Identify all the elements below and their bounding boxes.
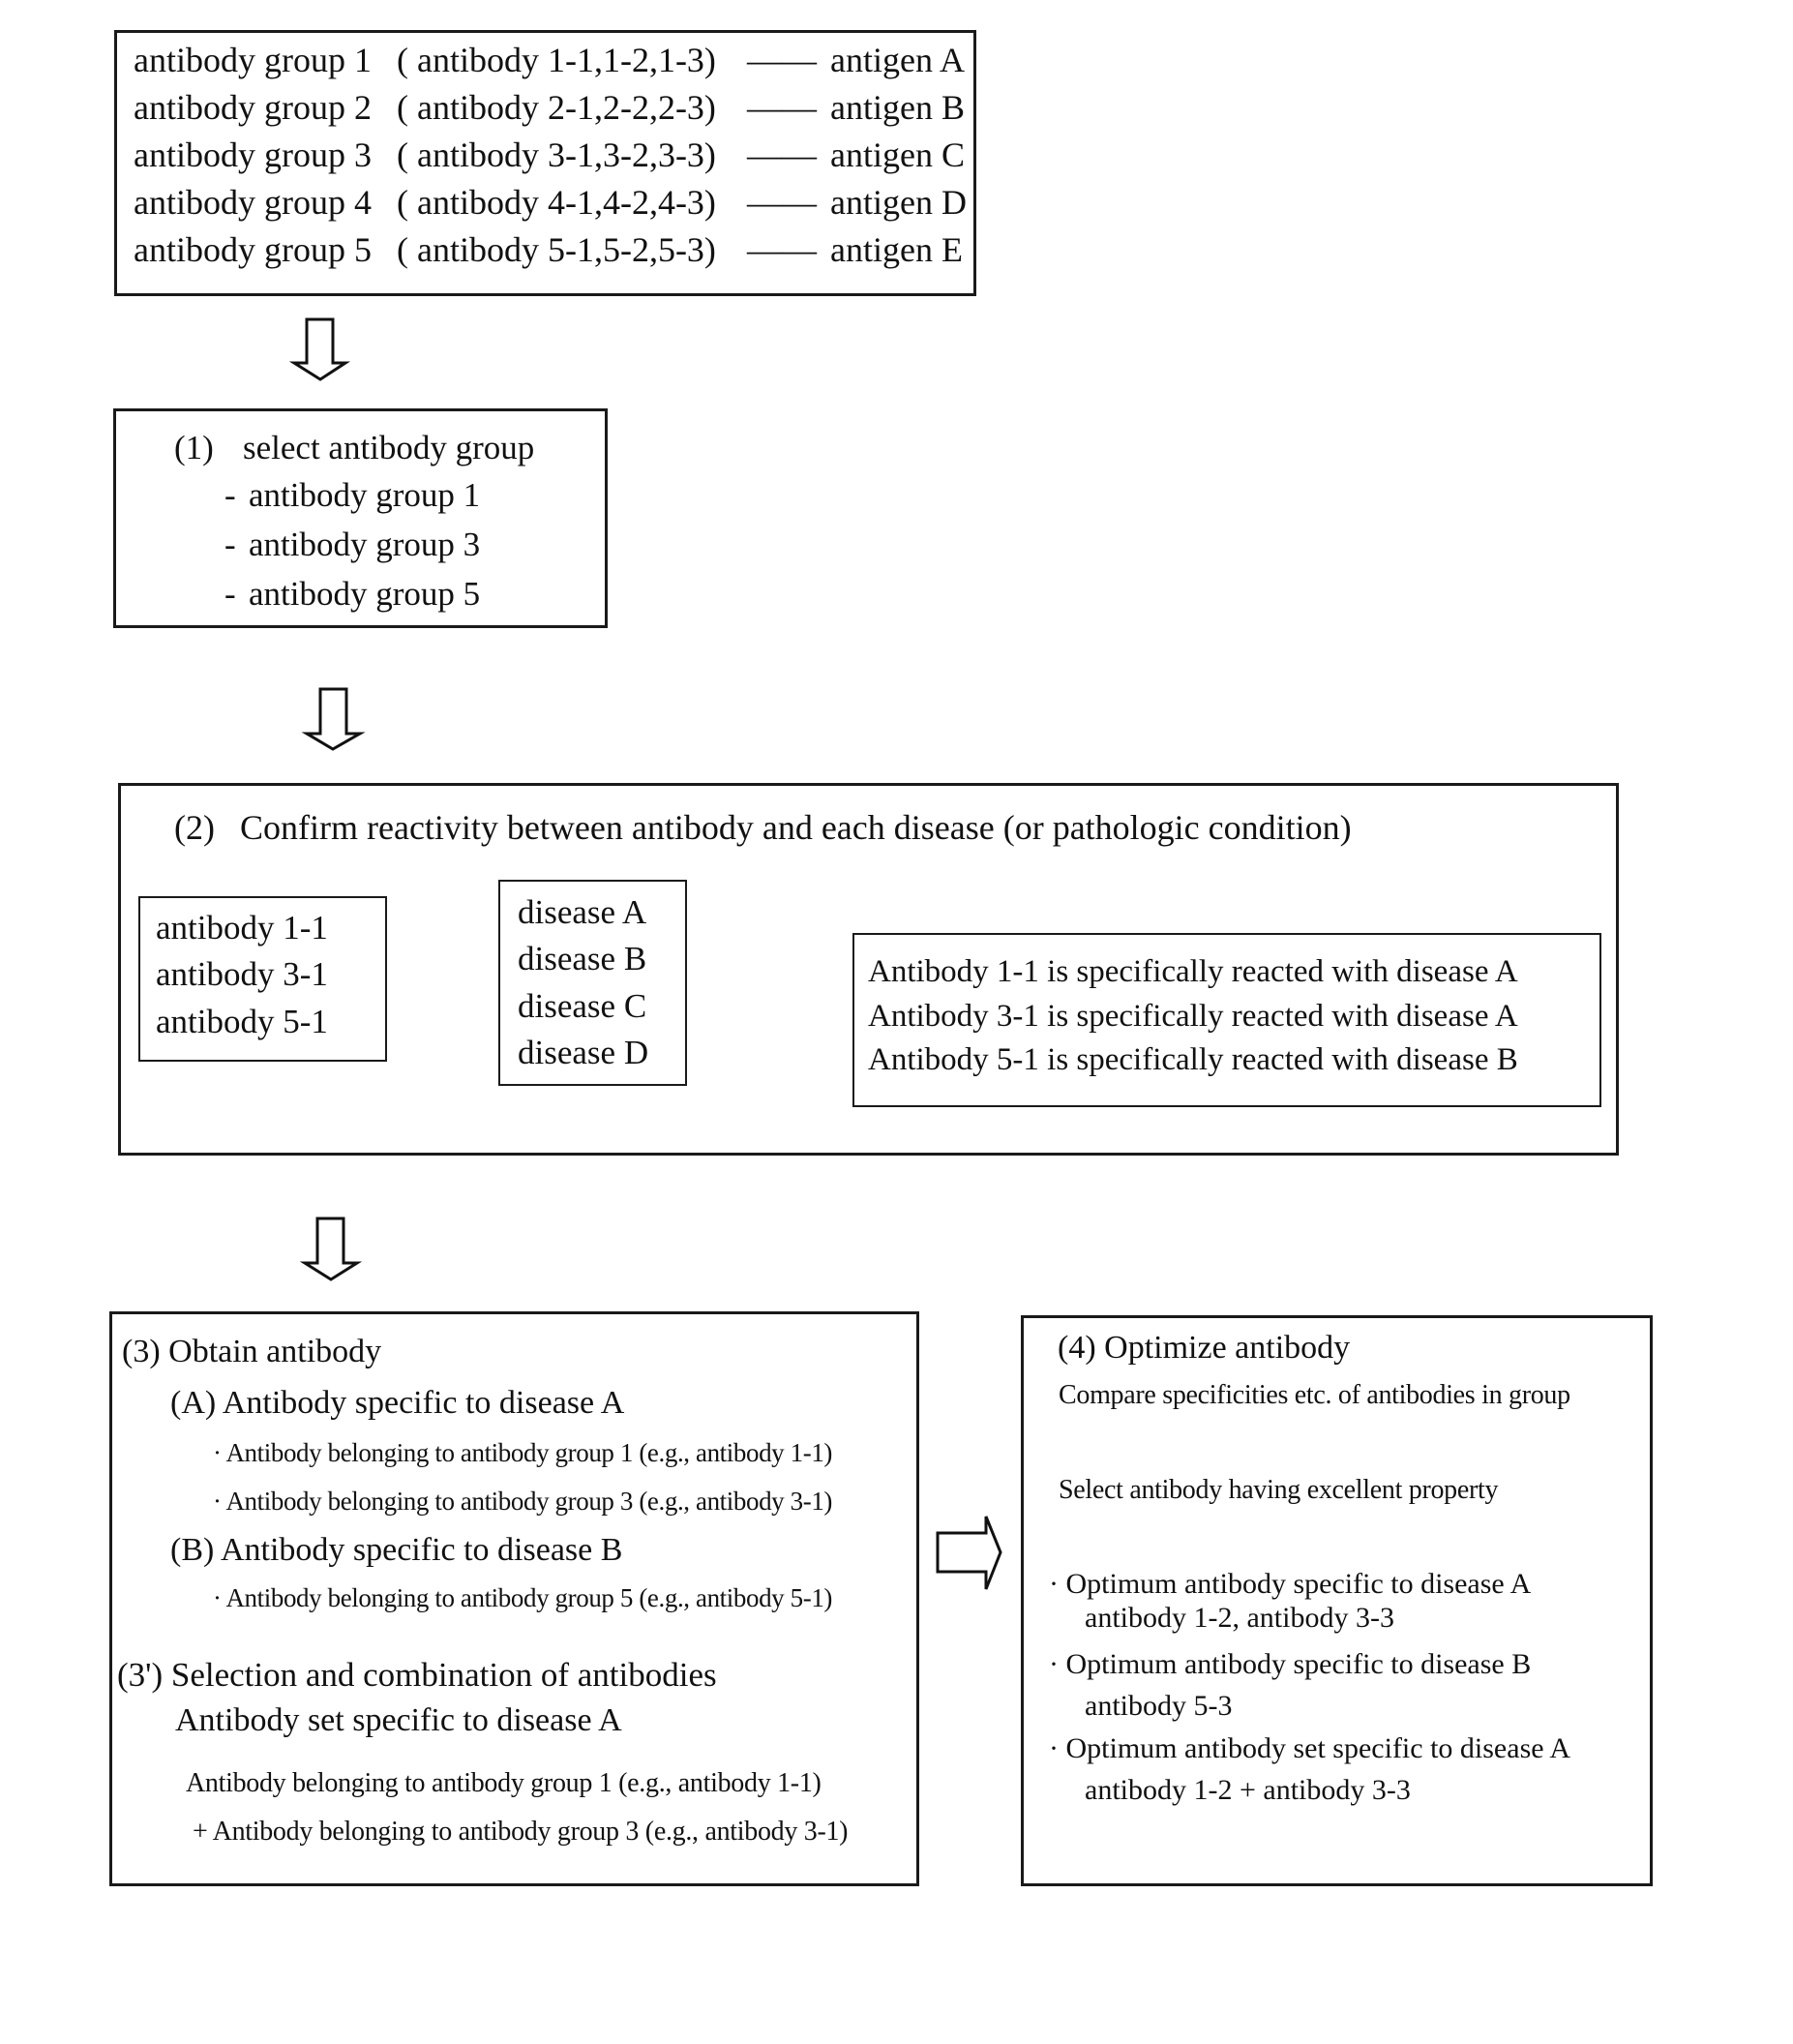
antibody-list-item: antibody 5-1 — [156, 1003, 328, 1040]
disease-list-item: disease C — [518, 987, 647, 1025]
connector-line: —— — [747, 230, 817, 269]
connector-line: —— — [747, 183, 817, 222]
step4-result-label: · Optimum antibody specific to disease A — [1049, 1568, 1532, 1600]
antibody-group-row: antibody group 4 ( antibody 4-1,4-2,4-3) —… — [134, 185, 967, 220]
step3-section-item: · Antibody belonging to antibody group 3… — [213, 1487, 833, 1516]
antigen-label: antigen D — [830, 183, 967, 222]
step4-result-label: · Optimum antibody set specific to disea… — [1049, 1732, 1571, 1764]
antibody-group-row: antibody group 2 ( antibody 2-1,2-2,2-3) —… — [134, 90, 965, 125]
step1-title: select antibody group — [243, 429, 535, 466]
connector-line: —— — [747, 41, 817, 79]
step3-section-heading: (B) Antibody specific to disease B — [170, 1532, 623, 1568]
antibody-group-row: antibody group 1 ( antibody 1-1,1-2,1-3) —… — [134, 43, 965, 77]
step4-result-value: antibody 1-2, antibody 3-3 — [1085, 1602, 1394, 1634]
antigen-label: antigen C — [830, 135, 965, 174]
step4-select-text: Select antibody having excellent propert… — [1059, 1475, 1499, 1505]
step1-bullet: - — [224, 575, 236, 613]
step3-title: (3) Obtain antibody — [122, 1334, 382, 1369]
antigen-label: antigen A — [830, 41, 965, 79]
step4-result-value: antibody 1-2 + antibody 3-3 — [1085, 1774, 1411, 1806]
antigen-label: antigen E — [830, 230, 963, 269]
disease-list-item: disease A — [518, 893, 647, 931]
step3-combination-line: Antibody belonging to antibody group 1 (… — [186, 1768, 822, 1798]
group-label: antibody group 4 — [134, 183, 372, 222]
group-members: ( antibody 3-1,3-2,3-3) — [397, 135, 716, 174]
step3-combination-heading: Antibody set specific to disease A — [175, 1702, 622, 1738]
step4-compare-text: Compare specificities etc. of antibodies… — [1059, 1380, 1570, 1410]
step2-number: (2) — [174, 808, 215, 847]
step1-item: antibody group 3 — [249, 526, 481, 563]
step1-item: antibody group 5 — [249, 575, 481, 613]
step1-bullet: - — [224, 526, 236, 563]
disease-list-item: disease B — [518, 940, 647, 977]
step3-section-item: · Antibody belonging to antibody group 5… — [213, 1583, 833, 1612]
reactivity-result: Antibody 3-1 is specifically reacted wit… — [868, 999, 1518, 1034]
group-members: ( antibody 1-1,1-2,1-3) — [397, 41, 716, 79]
down-block-arrow-icon — [288, 317, 351, 381]
step4-result-value: antibody 5-3 — [1085, 1690, 1233, 1722]
reactivity-result: Antibody 1-1 is specifically reacted wit… — [868, 954, 1518, 989]
step1-bullet: - — [224, 476, 236, 514]
antigen-label: antigen B — [830, 88, 965, 127]
group-label: antibody group 5 — [134, 230, 372, 269]
connector-line: —— — [747, 135, 817, 174]
step3-combination-line: + Antibody belonging to antibody group 3… — [193, 1817, 849, 1847]
step2-title: Confirm reactivity between antibody and … — [240, 808, 1352, 847]
connector-line: —— — [747, 88, 817, 127]
antibody-group-row: antibody group 3 ( antibody 3-1,3-2,3-3) —… — [134, 137, 965, 172]
disease-list-item: disease D — [518, 1034, 649, 1071]
step4-result-label: · Optimum antibody specific to disease B — [1049, 1648, 1532, 1680]
step3-combination-title: (3') Selection and combination of antibo… — [117, 1656, 717, 1694]
step1-item: antibody group 1 — [249, 476, 481, 514]
step3-section-heading: (A) Antibody specific to disease A — [170, 1385, 625, 1421]
down-block-arrow-icon — [299, 1217, 363, 1281]
down-block-arrow-icon — [301, 687, 366, 751]
group-label: antibody group 2 — [134, 88, 372, 127]
antibody-group-row: antibody group 5 ( antibody 5-1,5-2,5-3) —… — [134, 232, 963, 267]
group-members: ( antibody 5-1,5-2,5-3) — [397, 230, 716, 269]
reactivity-result: Antibody 5-1 is specifically reacted wit… — [868, 1042, 1518, 1077]
step4-title: (4) Optimize antibody — [1058, 1330, 1351, 1366]
group-label: antibody group 1 — [134, 41, 372, 79]
step1-number: (1) — [174, 429, 214, 466]
group-members: ( antibody 2-1,2-2,2-3) — [397, 88, 716, 127]
antibody-list-item: antibody 1-1 — [156, 909, 328, 947]
antibody-list-item: antibody 3-1 — [156, 955, 328, 993]
group-members: ( antibody 4-1,4-2,4-3) — [397, 183, 716, 222]
step3-section-item: · Antibody belonging to antibody group 1… — [213, 1438, 833, 1467]
right-block-arrow-icon — [936, 1516, 1002, 1590]
group-label: antibody group 3 — [134, 135, 372, 174]
